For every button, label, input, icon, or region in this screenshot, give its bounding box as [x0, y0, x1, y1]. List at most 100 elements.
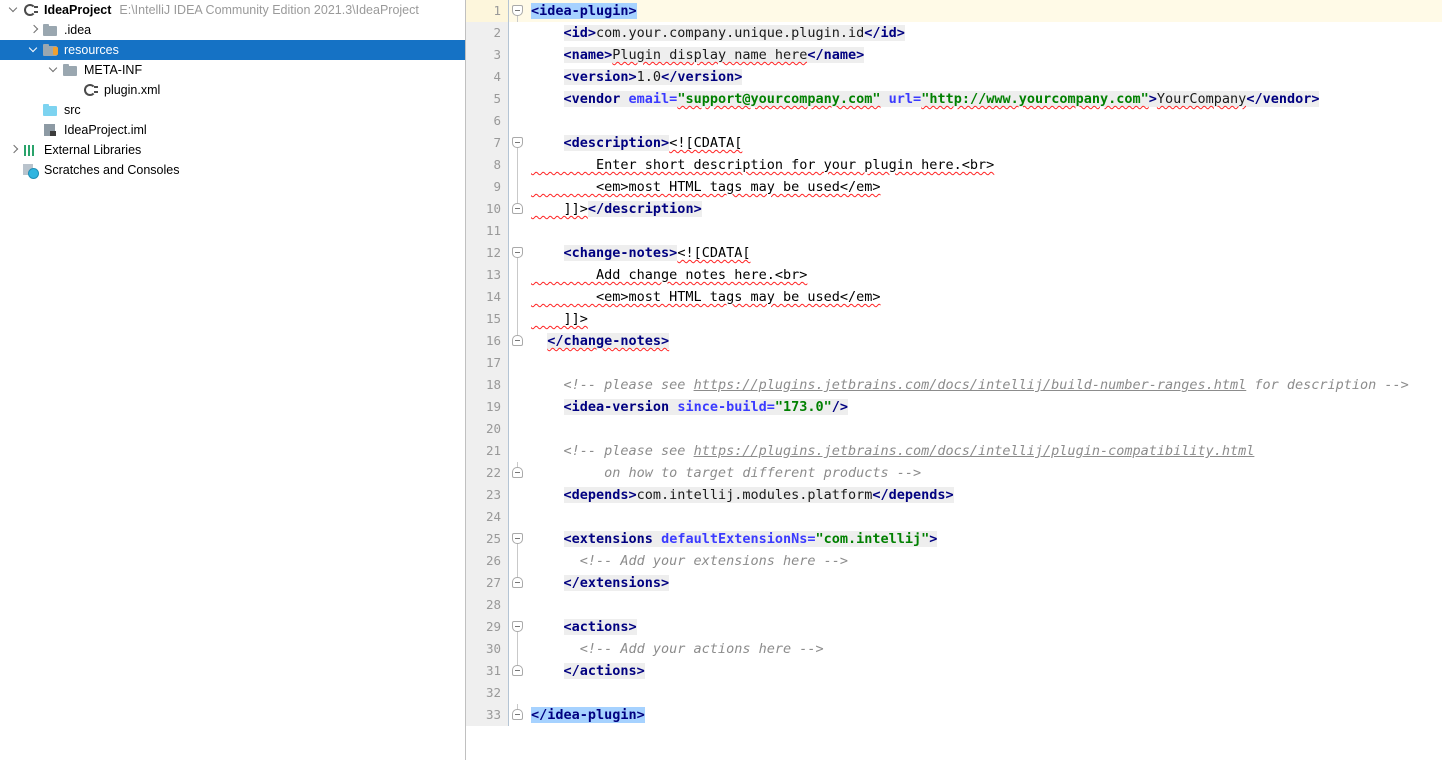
- chevron-down-icon[interactable]: [8, 0, 22, 20]
- fold-region-end-icon[interactable]: [512, 335, 523, 346]
- code-line[interactable]: 13 Add change notes here.<br>: [466, 264, 1442, 286]
- fold-collapse-icon[interactable]: [512, 247, 523, 258]
- code-line[interactable]: 23 <depends>com.intellij.modules.platfor…: [466, 484, 1442, 506]
- fold-gutter[interactable]: [508, 132, 526, 154]
- fold-gutter[interactable]: [508, 110, 526, 132]
- fold-gutter[interactable]: [508, 352, 526, 374]
- fold-gutter[interactable]: [508, 220, 526, 242]
- chevron-down-icon[interactable]: [28, 40, 42, 60]
- code-line[interactable]: 18 <!-- please see https://plugins.jetbr…: [466, 374, 1442, 396]
- fold-gutter[interactable]: [508, 550, 526, 572]
- fold-region-end-icon[interactable]: [512, 203, 523, 214]
- fold-region-end-icon[interactable]: [512, 709, 523, 720]
- code-line[interactable]: 27 </extensions>: [466, 572, 1442, 594]
- tree-item-meta-inf[interactable]: META-INF: [0, 60, 465, 80]
- fold-collapse-icon[interactable]: [512, 533, 523, 544]
- code-line[interactable]: 12 <change-notes><![CDATA[: [466, 242, 1442, 264]
- code-line[interactable]: 11: [466, 220, 1442, 242]
- chevron-right-icon[interactable]: [8, 140, 22, 160]
- fold-gutter[interactable]: [508, 154, 526, 176]
- code-line[interactable]: 29 <actions>: [466, 616, 1442, 638]
- tree-item-label: IdeaProject.iml: [64, 123, 147, 137]
- fold-gutter[interactable]: [508, 484, 526, 506]
- fold-gutter[interactable]: [508, 506, 526, 528]
- code-line[interactable]: 6: [466, 110, 1442, 132]
- code-line[interactable]: 4 <version>1.0</version>: [466, 66, 1442, 88]
- fold-gutter[interactable]: [508, 528, 526, 550]
- fold-gutter[interactable]: [508, 440, 526, 462]
- chevron-right-icon[interactable]: [28, 20, 42, 40]
- fold-gutter[interactable]: [508, 374, 526, 396]
- fold-region-end-icon[interactable]: [512, 665, 523, 676]
- code-text: on how to target different products -->: [526, 462, 1442, 484]
- fold-gutter[interactable]: [508, 264, 526, 286]
- tree-item-idea[interactable]: .idea: [0, 20, 465, 40]
- fold-gutter[interactable]: [508, 44, 526, 66]
- fold-region-end-icon[interactable]: [512, 577, 523, 588]
- code-line[interactable]: 5 <vendor email="support@yourcompany.com…: [466, 88, 1442, 110]
- fold-gutter[interactable]: [508, 66, 526, 88]
- code-line[interactable]: 21 <!-- please see https://plugins.jetbr…: [466, 440, 1442, 462]
- code-line[interactable]: 8 Enter short description for your plugi…: [466, 154, 1442, 176]
- code-line[interactable]: 10 ]]></description>: [466, 198, 1442, 220]
- code-line[interactable]: 3 <name>Plugin display name here</name>: [466, 44, 1442, 66]
- fold-gutter[interactable]: [508, 308, 526, 330]
- code-line[interactable]: 14 <em>most HTML tags may be used</em>: [466, 286, 1442, 308]
- code-line[interactable]: 30 <!-- Add your actions here -->: [466, 638, 1442, 660]
- code-editor[interactable]: 1 <idea-plugin> 2 <id>com.your.company.uni…: [466, 0, 1442, 760]
- fold-collapse-icon[interactable]: [512, 621, 523, 632]
- tree-item-plugin-xml[interactable]: plugin.xml: [0, 80, 465, 100]
- code-line[interactable]: 1 <idea-plugin>: [466, 0, 1442, 22]
- fold-gutter[interactable]: [508, 660, 526, 682]
- fold-gutter[interactable]: [508, 418, 526, 440]
- code-line[interactable]: 24: [466, 506, 1442, 528]
- fold-gutter[interactable]: [508, 594, 526, 616]
- code-line[interactable]: 17: [466, 352, 1442, 374]
- fold-gutter[interactable]: [508, 286, 526, 308]
- tree-item-resources[interactable]: resources: [0, 40, 465, 60]
- fold-gutter[interactable]: [508, 616, 526, 638]
- fold-collapse-icon[interactable]: [512, 5, 523, 16]
- fold-gutter[interactable]: [508, 242, 526, 264]
- code-line[interactable]: 25 <extensions defaultExtensionNs="com.i…: [466, 528, 1442, 550]
- code-line[interactable]: 15 ]]>: [466, 308, 1442, 330]
- fold-gutter[interactable]: [508, 396, 526, 418]
- fold-gutter[interactable]: [508, 330, 526, 352]
- tree-item-external-libraries[interactable]: External Libraries: [0, 140, 465, 160]
- code-line[interactable]: 26 <!-- Add your extensions here -->: [466, 550, 1442, 572]
- tree-item-ideaproject[interactable]: IdeaProject E:\IntelliJ IDEA Community Ed…: [0, 0, 465, 20]
- fold-gutter[interactable]: [508, 682, 526, 704]
- code-line[interactable]: 16 </change-notes>: [466, 330, 1442, 352]
- fold-gutter[interactable]: [508, 638, 526, 660]
- doc-link[interactable]: https://plugins.jetbrains.com/docs/intel…: [694, 443, 1255, 459]
- tree-item-src[interactable]: src: [0, 100, 465, 120]
- code-line[interactable]: 7 <description><![CDATA[: [466, 132, 1442, 154]
- code-line[interactable]: 22 on how to target different products -…: [466, 462, 1442, 484]
- code-line[interactable]: 32: [466, 682, 1442, 704]
- fold-region-end-icon[interactable]: [512, 467, 523, 478]
- fold-gutter[interactable]: [508, 88, 526, 110]
- plugin-xml-icon: [82, 82, 100, 98]
- code-line[interactable]: 20: [466, 418, 1442, 440]
- tree-item-scratches-and-consoles[interactable]: Scratches and Consoles: [0, 160, 465, 180]
- code-line[interactable]: 2 <id>com.your.company.unique.plugin.id<…: [466, 22, 1442, 44]
- fold-gutter[interactable]: [508, 176, 526, 198]
- fold-gutter[interactable]: [508, 198, 526, 220]
- project-tree[interactable]: IdeaProject E:\IntelliJ IDEA Community Ed…: [0, 0, 465, 180]
- code-line[interactable]: 33 </idea-plugin>: [466, 704, 1442, 726]
- code-line[interactable]: 19 <idea-version since-build="173.0"/>: [466, 396, 1442, 418]
- code-line[interactable]: 9 <em>most HTML tags may be used</em>: [466, 176, 1442, 198]
- doc-link[interactable]: https://plugins.jetbrains.com/docs/intel…: [694, 377, 1247, 393]
- tree-item-ideaproject-iml[interactable]: IdeaProject.iml: [0, 120, 465, 140]
- fold-collapse-icon[interactable]: [512, 137, 523, 148]
- code-line[interactable]: 28: [466, 594, 1442, 616]
- fold-gutter[interactable]: [508, 0, 526, 22]
- fold-gutter[interactable]: [508, 462, 526, 484]
- code-line[interactable]: 31 </actions>: [466, 660, 1442, 682]
- fold-gutter[interactable]: [508, 704, 526, 726]
- fold-gutter[interactable]: [508, 22, 526, 44]
- chevron-down-icon[interactable]: [48, 60, 62, 80]
- fold-gutter[interactable]: [508, 572, 526, 594]
